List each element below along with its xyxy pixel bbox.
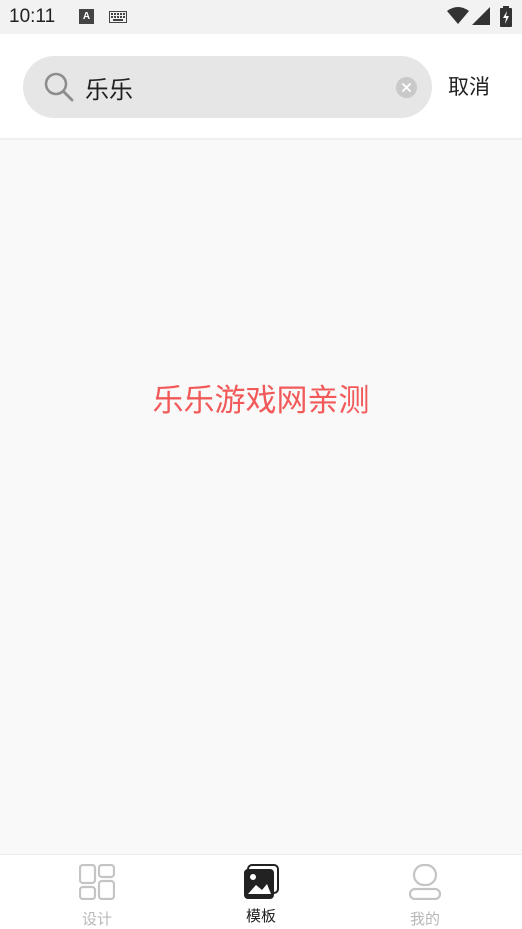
- wifi-icon: [447, 7, 469, 24]
- watermark-text: 乐乐游戏网亲测: [152, 383, 370, 419]
- nav-label-mine: 我的: [409, 910, 440, 928]
- nav-item-mine[interactable]: 我的: [338, 855, 512, 929]
- nav-label-design: 设计: [81, 910, 112, 928]
- bottom-nav: 设计 模板 我的: [0, 854, 522, 929]
- search-input[interactable]: [85, 68, 385, 106]
- clear-icon[interactable]: [396, 77, 417, 98]
- status-time: 10:11: [9, 6, 56, 27]
- main-content: 乐乐游戏网亲测: [0, 140, 522, 854]
- battery-charging-icon: [500, 6, 512, 27]
- person-icon: [408, 864, 442, 900]
- nav-label-template: 模板: [245, 907, 276, 925]
- nav-item-design[interactable]: 设计: [10, 855, 184, 929]
- keyboard-icon: [109, 11, 127, 23]
- grid-icon: [79, 864, 115, 900]
- nav-item-template[interactable]: 模板: [174, 855, 348, 929]
- search-icon: [44, 72, 74, 102]
- signal-icon: [472, 7, 490, 25]
- status-bar: 10:11 A: [0, 0, 522, 34]
- image-icon: [244, 864, 279, 899]
- search-box[interactable]: [23, 56, 432, 118]
- cancel-button[interactable]: 取消: [448, 71, 490, 101]
- search-header: 取消: [0, 34, 522, 140]
- a-badge-icon: A: [79, 9, 94, 24]
